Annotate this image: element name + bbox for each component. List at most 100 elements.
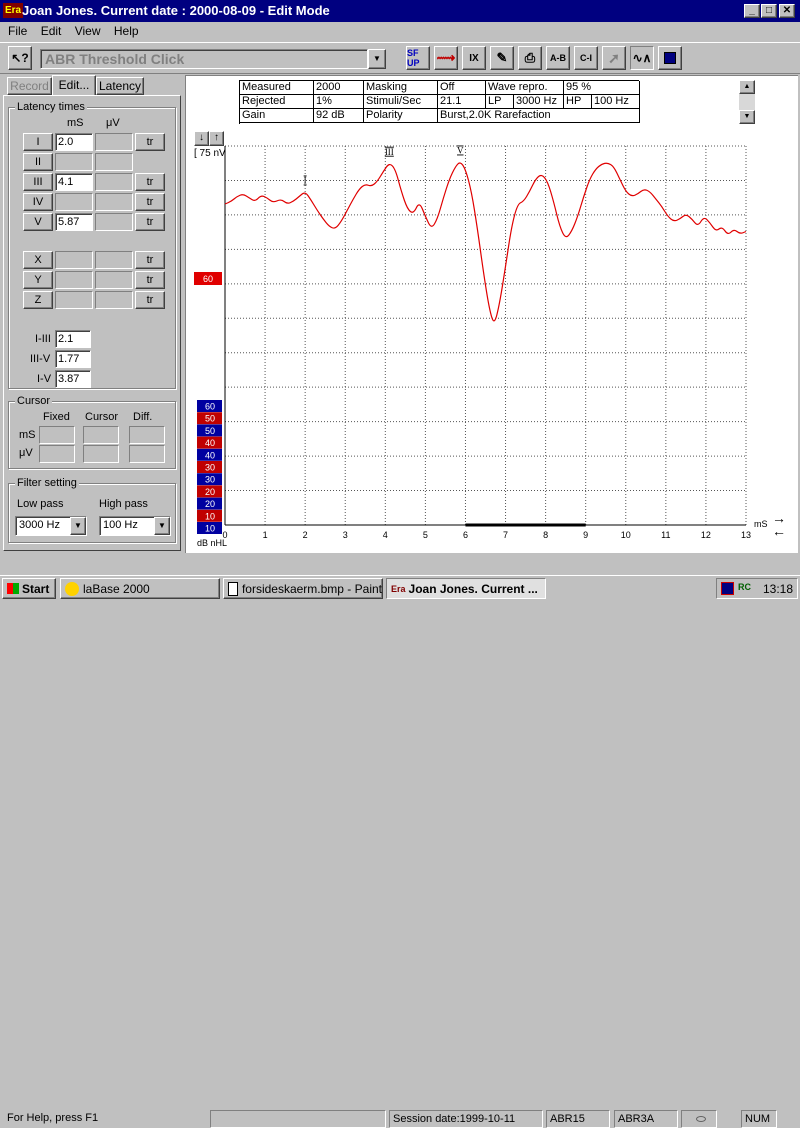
low-pass-value: 3000 Hz (19, 519, 60, 531)
maximize-button[interactable]: □ (761, 4, 777, 18)
x-tick-label: 11 (661, 530, 670, 540)
protocol-select[interactable]: ABR Threshold Click (40, 49, 368, 69)
a-b-button[interactable]: A-B (546, 46, 570, 70)
start-button[interactable]: Start (2, 578, 56, 599)
high-pass-dropdown[interactable]: ▼ (154, 517, 170, 535)
x-tick-label: 4 (383, 530, 388, 540)
low-pass-dropdown[interactable]: ▼ (70, 517, 86, 535)
cursor-cursor-uv (83, 445, 119, 463)
cursor-col-fixed: Fixed (43, 411, 70, 423)
tr-button-i[interactable]: tr (135, 133, 165, 151)
tr-button-iv[interactable]: tr (135, 193, 165, 211)
chevron-down-icon: ▼ (373, 54, 381, 63)
level-unit-label: dB nHL (197, 538, 227, 548)
toolbar: ↖? ABR Threshold Click ▼ SF UP ⟿ IX ✎ ⎙ … (0, 42, 800, 74)
latency-uv-x (95, 251, 133, 269)
sf-up-button[interactable]: SF UP (406, 46, 430, 70)
latency-uv-i (95, 133, 133, 151)
task-labase[interactable]: laBase 2000 (60, 578, 220, 599)
graph-area: Measured 2000 Masking Off Wave repro. 95… (185, 75, 798, 553)
latency-uv-y (95, 271, 133, 289)
help-context-button[interactable]: ↖? (8, 46, 32, 70)
latency-ms-iii[interactable]: 4.1 (55, 173, 93, 191)
level-label: 60 (205, 402, 215, 412)
task-era-label: Joan Jones. Current ... (408, 581, 538, 596)
disk-icon (664, 52, 676, 64)
latency-uv-iii (95, 173, 133, 191)
latency-button-i[interactable]: I (23, 133, 53, 151)
high-pass-value: 100 Hz (103, 519, 138, 531)
latency-button-z[interactable]: Z (23, 291, 53, 309)
tr-button-iii[interactable]: tr (135, 173, 165, 191)
low-pass-label: Low pass (17, 498, 64, 510)
tray-rc-icon[interactable]: RC (738, 582, 751, 592)
cursor-tool-button[interactable]: ➚ (602, 46, 626, 70)
tab-record[interactable]: Record (7, 77, 52, 95)
task-paint[interactable]: forsideskaerm.bmp - Paint (223, 578, 383, 599)
low-pass-select[interactable]: 3000 Hz ▼ (15, 516, 87, 536)
menu-file[interactable]: File (8, 24, 27, 38)
filter-group: Filter setting Low pass High pass 3000 H… (8, 477, 176, 543)
arrow-left-icon: ← (772, 523, 786, 539)
latency-button-x[interactable]: X (23, 251, 53, 269)
disc-icon (695, 1116, 706, 1122)
latency-group-title: Latency times (15, 101, 87, 113)
cursor-group: Cursor Fixed Cursor Diff. mS μV (8, 395, 176, 469)
interval-label-i-v: I-V (37, 373, 52, 385)
waveform-chart[interactable]: 0 1 2 3 4 5 6 7 8 9 10 11 12 13mSdB nHL60505040403030… (186, 76, 799, 554)
menu-view[interactable]: View (75, 24, 101, 38)
menu-help[interactable]: Help (114, 24, 139, 38)
latency-ms-i[interactable]: 2.0 (55, 133, 93, 151)
tab-edit[interactable]: Edit... (52, 75, 96, 96)
latency-button-iii[interactable]: III (23, 173, 53, 191)
print-button[interactable]: ⎙ (518, 46, 542, 70)
current-level-label: 60 (203, 274, 213, 284)
pan-left-button[interactable]: ← (772, 523, 792, 539)
save-button[interactable] (658, 46, 682, 70)
help-arrow-icon: ↖? (11, 51, 29, 65)
latency-ms-z (55, 291, 93, 309)
close-button[interactable]: ✕ (779, 4, 795, 18)
tr-button-x[interactable]: tr (135, 251, 165, 269)
high-pass-select[interactable]: 100 Hz ▼ (99, 516, 171, 536)
cursor-col-diff: Diff. (133, 411, 153, 423)
tray-shield-icon[interactable] (721, 582, 734, 595)
tab-latency[interactable]: Latency (96, 77, 144, 95)
latency-ms-y (55, 271, 93, 289)
tr-button-v[interactable]: tr (135, 213, 165, 231)
window-title: Joan Jones. Current date : 2000-08-09 - … (22, 3, 330, 18)
level-label: 20 (205, 499, 215, 509)
wave-view-button[interactable]: ∿∧ (630, 46, 654, 70)
edit-notes-button[interactable]: ✎ (490, 46, 514, 70)
latency-ms-v[interactable]: 5.87 (55, 213, 93, 231)
add-curve-button[interactable]: ⟿ (434, 46, 458, 70)
latency-button-v[interactable]: V (23, 213, 53, 231)
latency-button-iv[interactable]: IV (23, 193, 53, 211)
arrow-icon: ➚ (608, 49, 620, 66)
latency-button-y[interactable]: Y (23, 271, 53, 289)
minimize-button[interactable]: _ (744, 4, 760, 18)
ix-button[interactable]: IX (462, 46, 486, 70)
interval-value-i-iii: 2.1 (55, 330, 91, 348)
x-tick-label: 6 (463, 530, 468, 540)
tr-button-z[interactable]: tr (135, 291, 165, 309)
c-i-button[interactable]: C-I (574, 46, 598, 70)
x-tick-label: 10 (621, 530, 631, 540)
latency-ms-x (55, 251, 93, 269)
level-label: 20 (205, 487, 215, 497)
latency-button-ii[interactable]: II (23, 153, 53, 171)
pencil-icon: ✎ (496, 50, 508, 65)
menu-edit[interactable]: Edit (41, 24, 62, 38)
level-label: 30 (205, 463, 215, 473)
era-icon: Era (391, 583, 406, 594)
task-era[interactable]: Era Joan Jones. Current ... (386, 578, 546, 599)
interval-value-iii-v: 1.77 (55, 350, 91, 368)
left-panel: Record Edit... Latency Latency times mS … (0, 75, 183, 553)
level-label: 10 (205, 511, 215, 521)
level-label: 30 (205, 475, 215, 485)
tr-button-y[interactable]: tr (135, 271, 165, 289)
interval-value-i-v: 3.87 (55, 370, 91, 388)
printer-icon: ⎙ (524, 50, 536, 65)
paint-icon (228, 581, 238, 596)
protocol-dropdown-button[interactable]: ▼ (368, 49, 386, 69)
